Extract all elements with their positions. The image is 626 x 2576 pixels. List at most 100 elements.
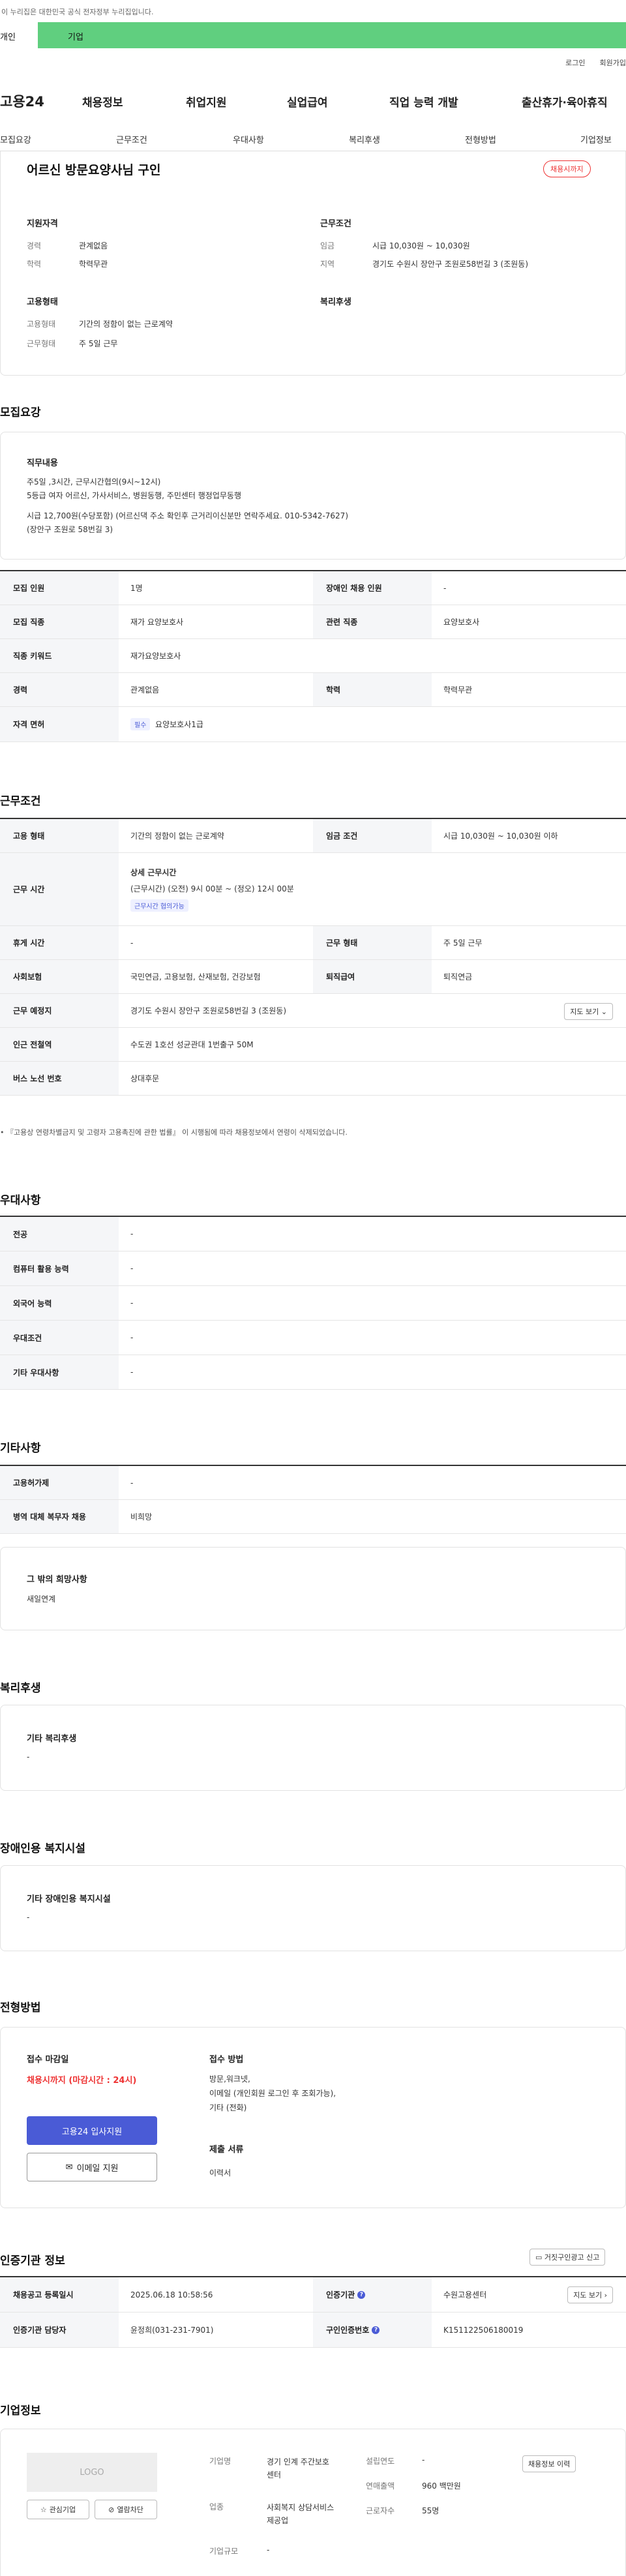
process-card: 접수 마감일 채용시까지 (마감시간 : 24시) 고용24 입사지원 ✉ 이메일… — [0, 2027, 626, 2208]
table-row: 사회보험 국민연금, 고용보험, 산재보험, 건강보험 퇴직급여 퇴직연금 — [0, 960, 626, 994]
chevron-right-icon: › — [604, 2291, 607, 2299]
other-wish-card: 그 밖의 희망사항 새일연계 — [0, 1547, 626, 1630]
user-type-bar: 개인 기업 — [0, 22, 626, 48]
work-map-button[interactable]: 지도 보기 ⌄ — [564, 1003, 613, 1020]
table-row: 모집 인원 1명 장애인 채용 인원 - — [0, 571, 626, 605]
table-row: 채용공고 등록일시 2025.06.18 10:58:56 인증기관 ? 수원고용… — [0, 2277, 626, 2313]
table-row: 전공 - — [0, 1217, 626, 1251]
tab-recruit[interactable]: 모집요강 — [0, 133, 31, 145]
table-row: 휴게 시간 - 근무 형태 주 5일 근무 — [0, 926, 626, 960]
section-title-disabled: 장애인용 복지시설 — [0, 1842, 86, 1855]
section-title-etc: 기타사항 — [0, 1442, 41, 1455]
welfare-title: 복리후생 — [320, 297, 351, 307]
site-logo[interactable]: 고용24 — [0, 91, 44, 111]
nav-item-support[interactable]: 취업지원 — [186, 93, 227, 110]
tab-pref[interactable]: 우대사항 — [233, 133, 264, 145]
required-badge: 필수 — [130, 718, 151, 730]
recruit-table: 모집 인원 1명 장애인 채용 인원 - 모집 직종 재가 요양보호사 관련 직종 요양… — [0, 570, 626, 742]
login-link[interactable]: 로그인 — [565, 57, 585, 68]
table-row: 근무 예정지 경기도 수원시 장안구 조원로58번길 3 (조원동) 지도 보기 … — [0, 994, 626, 1028]
nav-item-training[interactable]: 직업 능력 개발 — [389, 93, 458, 110]
table-row: 병역 대체 복무자 채용 비희망 — [0, 1500, 626, 1534]
block-icon: ⊘ — [108, 2505, 115, 2514]
workday-label: 근무형태 — [27, 339, 56, 348]
main-nav: 고용24 채용정보 취업지원 실업급여 직업 능력 개발 출산휴가·육아휴직 — [0, 85, 626, 117]
mail-icon: ✉ — [65, 2162, 73, 2172]
edu-label: 학력 — [27, 260, 42, 269]
tab-company[interactable]: 기업정보 — [580, 133, 612, 145]
emp-value: 기간의 정함이 없는 근로계약 — [79, 320, 173, 329]
section-title-recruit: 모집요강 — [0, 406, 41, 419]
summary-card: 어르신 방문요양사님 구인 채용시까지 지원자격 경력 관계없음 학력 학력무관… — [0, 151, 626, 376]
section-title-work: 근무조건 — [0, 795, 41, 808]
doc-icon: ▭ — [535, 2253, 543, 2262]
info-icon[interactable]: ? — [357, 2290, 366, 2299]
tab-process[interactable]: 전형방법 — [465, 133, 496, 145]
company-logo: LOGO — [27, 2453, 157, 2492]
table-row: 외국어 능력 - — [0, 1286, 626, 1321]
section-title-cert: 인증기관 정보 — [0, 2254, 65, 2268]
info-icon[interactable]: ? — [372, 2326, 380, 2334]
tab-person[interactable]: 개인 — [0, 22, 38, 48]
section-title-process: 전형방법 — [0, 2001, 41, 2014]
welfare-card: 기타 복리후생 - — [0, 1705, 626, 1791]
age-note: • 『고용상 연령차별금지 및 고령자 고용촉진에 관한 법률』 이 시행됨에 … — [0, 1128, 348, 1137]
table-row: 자격 면허 필수 요양보호사1급 — [0, 707, 626, 742]
career-value: 관계없음 — [79, 241, 108, 250]
duty-card: 직무내용 주5일 ,3시간, 근무시간협의(9시~12시) 5등급 여자 어르신… — [0, 432, 626, 560]
pref-table: 전공 - 컴퓨터 활용 능력 - 외국어 능력 - 우대조건 - 기타 우대사항 - — [0, 1216, 626, 1390]
hours-title: 상세 근무시간 — [130, 868, 177, 877]
report-button[interactable]: ▭ 거짓구인광고 신고 — [529, 2249, 606, 2266]
nav-item-unemployment[interactable]: 실업급여 — [287, 93, 328, 110]
region-label: 지역 — [320, 260, 335, 269]
tab-company[interactable]: 기업 — [68, 30, 83, 42]
status-badge: 채용시까지 — [543, 160, 591, 177]
table-row: 모집 직종 재가 요양보호사 관련 직종 요양보호사 — [0, 605, 626, 639]
table-row: 직종 키워드 재가요양보호사 — [0, 639, 626, 673]
job-title: 어르신 방문요양사님 구인 — [27, 163, 161, 177]
emp-label: 고용형태 — [27, 320, 56, 329]
tab-welfare[interactable]: 복리후생 — [349, 133, 380, 145]
cert-map-button[interactable]: 지도 보기 › — [567, 2286, 613, 2303]
nav-item-jobs[interactable]: 채용정보 — [82, 93, 123, 110]
table-row: 경력 관계없음 학력 학력무관 — [0, 673, 626, 707]
region-value: 경기도 수원시 장안구 조원로58번길 3 (조원동) — [372, 260, 529, 269]
table-row: 고용허가제 - — [0, 1466, 626, 1500]
table-row: 인증기관 담당자 윤정희(031-231-7901) 구인인증번호 ? K1511… — [0, 2313, 626, 2348]
deadline-value: 채용시까지 (마감시간 : 24시) — [27, 2076, 137, 2086]
disabled-card: 기타 장애인용 복지시설 - — [0, 1865, 626, 1951]
cert-table: 채용공고 등록일시 2025.06.18 10:58:56 인증기관 ? 수원고용… — [0, 2276, 626, 2348]
block-view-button[interactable]: ⊘ 열람차단 — [95, 2500, 157, 2519]
nav-item-leave[interactable]: 출산휴가·육아휴직 — [522, 93, 608, 110]
favorite-company-button[interactable]: ☆ 관심기업 — [27, 2500, 89, 2519]
table-row: 우대조건 - — [0, 1321, 626, 1355]
util-menu: 로그인 회원가입 — [565, 57, 626, 68]
chevron-down-icon: ⌄ — [601, 1008, 607, 1016]
duty-content: 주5일 ,3시간, 근무시간협의(9시~12시) 5등급 여자 어르신, 가사서… — [27, 477, 348, 534]
section-title-pref: 우대사항 — [0, 1194, 41, 1207]
apply-button[interactable]: 고용24 입사지원 — [27, 2116, 157, 2145]
gov-banner: 이 누리집은 대한민국 공식 전자정부 누리집입니다. — [1, 8, 154, 16]
method-value: 방문,워크넷, 이메일 (개인회원 로그인 후 조회가능), 기타 (전화) — [209, 2074, 336, 2112]
tab-work[interactable]: 근무조건 — [116, 133, 147, 145]
signup-link[interactable]: 회원가입 — [600, 57, 626, 68]
career-label: 경력 — [27, 241, 42, 250]
table-row: 버스 노선 번호 상대후문 — [0, 1062, 626, 1096]
wage-value: 시급 10,030원 ~ 10,030원 — [372, 241, 470, 250]
duty-title: 직무내용 — [27, 458, 58, 468]
company-card: LOGO ☆ 관심기업 ⊘ 열람차단 기업명 경기 인계 주간보호센터 업종 사회복… — [0, 2429, 626, 2576]
section-title-company: 기업정보 — [0, 2404, 41, 2418]
work-table: 고용 형태 기간의 정함이 없는 근로계약 임금 조건 시급 10,030원 ~ 1… — [0, 818, 626, 1096]
job-history-button[interactable]: 채용정보 이력 — [522, 2455, 576, 2472]
hours-badge: 근무시간 협의가능 — [130, 899, 188, 912]
edu-value: 학력무관 — [79, 260, 108, 269]
section-tabs: 모집요강 근무조건 우대사항 복리후생 전형방법 기업정보 — [0, 127, 626, 151]
table-row: 컴퓨터 활용 능력 - — [0, 1251, 626, 1286]
table-row: 근무 시간 상세 근무시간 (근무시간) (오전) 9시 00분 ~ (정오) … — [0, 853, 626, 926]
section-title-welfare: 복리후생 — [0, 1682, 41, 1695]
email-apply-button[interactable]: ✉ 이메일 지원 — [27, 2153, 157, 2181]
emp-title: 고용형태 — [27, 297, 58, 307]
qual-title: 지원자격 — [27, 219, 58, 229]
work-title: 근무조건 — [320, 219, 351, 229]
hours-detail: (근무시간) (오전) 9시 00분 ~ (정오) 12시 00분 — [130, 884, 294, 893]
